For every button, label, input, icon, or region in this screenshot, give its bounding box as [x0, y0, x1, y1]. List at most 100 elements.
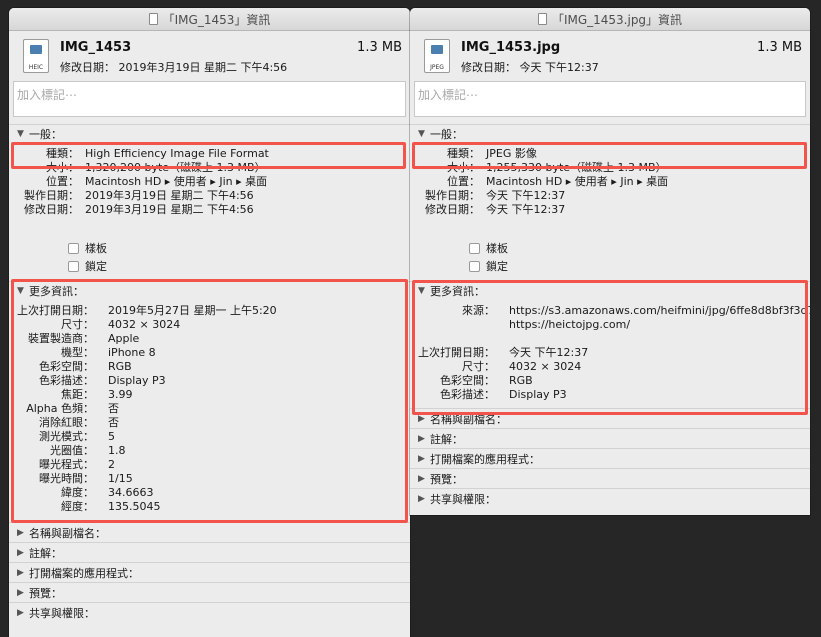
section-collapsed-toggle[interactable]: ▶ 打開檔案的應用程式：: [9, 563, 410, 582]
section-collapsed-toggle[interactable]: ▶ 名稱與副檔名：: [410, 409, 810, 428]
row-value: 4032 × 3024: [108, 318, 181, 331]
row-label: Alpha 色頻：: [26, 402, 94, 415]
disclosure-open-icon: ▼: [418, 286, 425, 296]
info-row: 製作日期： 今天 下午12:37: [410, 189, 810, 203]
section-label: 名稱與副檔名：: [430, 412, 507, 426]
jpeg-file-icon: JPEG: [424, 39, 450, 73]
info-row: 種類： JPEG 影像: [410, 147, 810, 161]
disclosure-closed-icon: ▶: [418, 493, 425, 504]
row-label: 尺寸：: [462, 360, 495, 373]
modified-date: 修改日期： 今天 下午12:37: [461, 61, 599, 74]
row-value[interactable]: https://s3.amazonaws.com/heifmini/jpg/6f…: [509, 304, 810, 332]
tags-input[interactable]: 加入標記⋯: [414, 81, 806, 117]
section-collapsed-toggle[interactable]: ▶ 共享與權限：: [410, 489, 810, 508]
stationery-label: 樣板: [486, 242, 508, 255]
locked-checkbox[interactable]: 鎖定: [410, 257, 810, 275]
info-row: 色彩空間： RGB: [410, 374, 810, 388]
section-general-toggle[interactable]: ▼ 一般：: [9, 125, 410, 143]
info-row: 大小： 1,320,200 byte（磁碟上 1.3 MB）: [9, 161, 410, 175]
section-general-label: 一般：: [29, 128, 62, 141]
info-row: 消除紅眼： 否: [9, 416, 410, 430]
section-general-label: 一般：: [430, 128, 463, 141]
info-row: 機型： iPhone 8: [9, 346, 410, 360]
row-label: 機型：: [61, 346, 94, 359]
tags-input[interactable]: 加入標記⋯: [13, 81, 406, 117]
row-label: 修改日期：: [425, 203, 480, 216]
section-more-info-toggle[interactable]: ▼ 更多資訊：: [410, 282, 810, 300]
stationery-checkbox[interactable]: 樣板: [410, 239, 810, 257]
disclosure-closed-icon: ▶: [17, 547, 24, 558]
checkbox[interactable]: [68, 260, 79, 272]
stationery-checkbox[interactable]: 樣板: [9, 239, 410, 257]
title-bar[interactable]: 「IMG_1453.jpg」資訊: [410, 8, 810, 31]
info-row: 曝光時間： 1/15: [9, 472, 410, 486]
row-label: 焦距：: [61, 388, 94, 401]
section-collapsed-toggle[interactable]: ▶ 共享與權限：: [9, 603, 410, 622]
row-value: Macintosh HD ▸ 使用者 ▸ Jin ▸ 桌面: [85, 175, 268, 188]
row-label: 曝光程式：: [39, 458, 94, 471]
section-label: 打開檔案的應用程式：: [29, 566, 139, 580]
section-label: 預覽：: [29, 586, 62, 600]
section-general-toggle[interactable]: ▼ 一般：: [410, 125, 810, 143]
row-value: 5: [108, 430, 115, 443]
section-label: 打開檔案的應用程式：: [430, 452, 540, 466]
row-value: 135.5045: [108, 500, 161, 513]
modified-date: 修改日期： 2019年3月19日 星期二 下午4:56: [60, 61, 288, 74]
row-value: Apple: [108, 332, 140, 345]
info-row: 位置： Macintosh HD ▸ 使用者 ▸ Jin ▸ 桌面: [410, 175, 810, 189]
row-label: 緯度：: [61, 486, 94, 499]
row-value: 今天 下午12:37: [486, 203, 566, 216]
section-collapsed-toggle[interactable]: ▶ 打開檔案的應用程式：: [410, 449, 810, 468]
section-collapsed-toggle[interactable]: ▶ 預覽：: [410, 469, 810, 488]
row-label: 種類：: [46, 147, 79, 160]
section-collapsed-toggle[interactable]: ▶ 名稱與副檔名：: [9, 523, 410, 542]
info-row: 上次打開日期： 今天 下午12:37: [410, 346, 810, 360]
row-label: 曝光時間：: [39, 472, 94, 485]
locked-label: 鎖定: [486, 260, 508, 273]
row-label: 種類：: [447, 147, 480, 160]
info-row: 色彩描述： Display P3: [9, 374, 410, 388]
disclosure-closed-icon: ▶: [17, 607, 24, 618]
document-icon: [537, 13, 547, 25]
title-bar[interactable]: 「IMG_1453」資訊: [9, 8, 410, 31]
row-value: 1.8: [108, 444, 126, 457]
locked-label: 鎖定: [85, 260, 107, 273]
section-collapsed-toggle[interactable]: ▶ 註解：: [410, 429, 810, 448]
info-row: 製作日期： 2019年3月19日 星期二 下午4:56: [9, 189, 410, 203]
disclosure-closed-icon: ▶: [17, 587, 24, 598]
row-value: 1/15: [108, 472, 133, 485]
row-value: 34.6663: [108, 486, 154, 499]
row-value: 4032 × 3024: [509, 360, 582, 373]
row-value: JPEG 影像: [486, 147, 537, 160]
section-collapsed-toggle[interactable]: ▶ 預覽：: [9, 583, 410, 602]
disclosure-open-icon: ▼: [17, 129, 24, 139]
info-row: 色彩空間： RGB: [9, 360, 410, 374]
row-label: 經度：: [61, 500, 94, 513]
row-label: 光圈值：: [50, 444, 94, 457]
checkbox[interactable]: [469, 242, 480, 254]
info-row: 大小： 1,255,330 byte（磁碟上 1.3 MB）: [410, 161, 810, 175]
row-label: 上次打開日期：: [17, 304, 94, 317]
section-collapsed-toggle[interactable]: ▶ 註解：: [9, 543, 410, 562]
document-icon: [148, 13, 158, 25]
row-value: 1,255,330 byte（磁碟上 1.3 MB）: [486, 161, 667, 174]
info-row: 緯度： 34.6663: [9, 486, 410, 500]
row-label: 大小：: [46, 161, 79, 174]
row-value: 今天 下午12:37: [486, 189, 566, 202]
checkbox[interactable]: [68, 242, 79, 254]
info-window-jpeg: 「IMG_1453.jpg」資訊 JPEG IMG_1453.jpg 1.3 M…: [410, 8, 810, 515]
row-value: Display P3: [108, 374, 166, 387]
file-name: IMG_1453: [60, 40, 132, 55]
row-value: 2019年3月19日 星期二 下午4:56: [85, 203, 254, 216]
file-size: 1.3 MB: [757, 40, 802, 55]
row-value: 今天 下午12:37: [509, 346, 589, 359]
section-more-info-toggle[interactable]: ▼ 更多資訊：: [9, 282, 410, 300]
row-value: 2: [108, 458, 115, 471]
row-value: 3.99: [108, 388, 133, 401]
disclosure-closed-icon: ▶: [418, 413, 425, 424]
locked-checkbox[interactable]: 鎖定: [9, 257, 410, 275]
info-row: 裝置製造商： Apple: [9, 332, 410, 346]
checkbox[interactable]: [469, 260, 480, 272]
disclosure-closed-icon: ▶: [418, 473, 425, 484]
row-value: Display P3: [509, 388, 567, 401]
